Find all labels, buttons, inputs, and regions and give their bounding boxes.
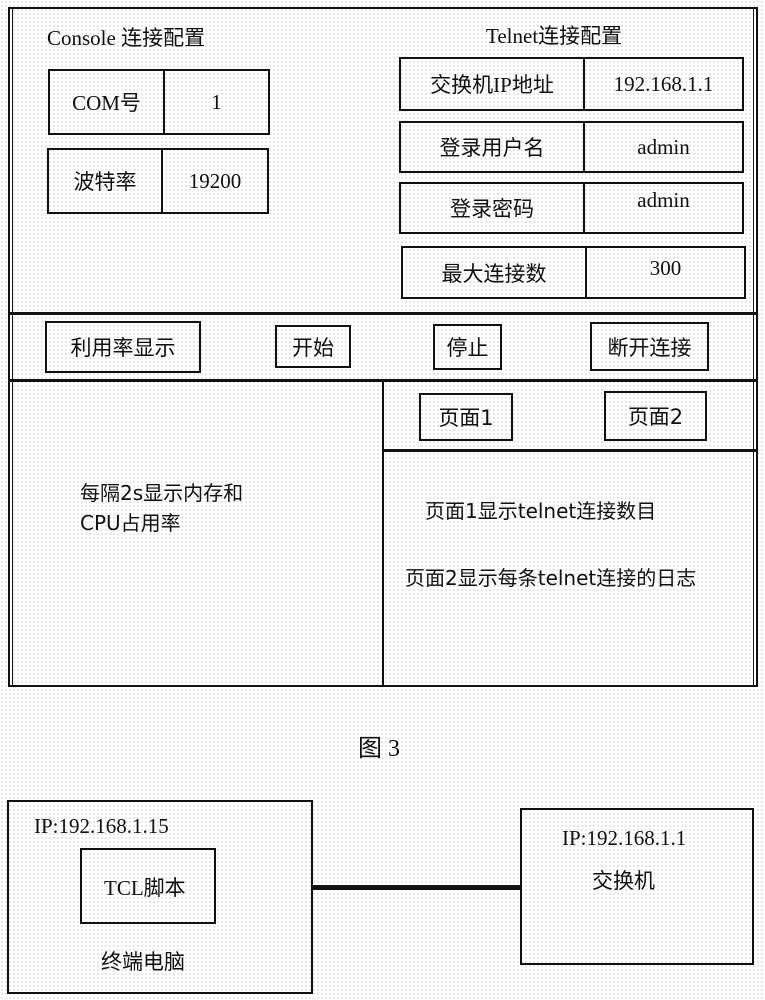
disconnect-button[interactable]: 断开连接	[590, 322, 709, 371]
com-port-label: COM号	[50, 71, 165, 133]
utilization-display-button[interactable]: 利用率显示	[45, 321, 201, 373]
max-connections-value[interactable]: 300	[587, 248, 744, 297]
login-username-value[interactable]: admin	[585, 123, 742, 171]
switch-ip-field: 交换机IP地址 192.168.1.1	[399, 57, 744, 111]
utilization-desc-line2: CPU占用率	[80, 511, 181, 535]
network-connection-line	[313, 885, 521, 890]
max-connections-field: 最大连接数 300	[401, 246, 746, 299]
terminal-ip-label: IP:192.168.1.15	[34, 814, 169, 838]
page2-description: 页面2显示每条telnet连接的日志	[405, 566, 697, 590]
login-username-label: 登录用户名	[401, 123, 585, 171]
terminal-computer-label: 终端电脑	[101, 950, 185, 974]
switch-ip-label: IP:192.168.1.1	[562, 826, 687, 850]
switch-name-label: 交换机	[592, 869, 655, 893]
stop-button[interactable]: 停止	[433, 324, 502, 370]
login-password-value[interactable]: admin	[585, 184, 742, 232]
section-divider-top	[10, 312, 756, 315]
com-port-field: COM号 1	[48, 69, 270, 135]
page1-description: 页面1显示telnet连接数目	[425, 499, 657, 523]
baud-rate-field: 波特率 19200	[47, 148, 269, 214]
utilization-panel: 每隔2s显示内存和 CPU占用率	[80, 478, 243, 538]
panel-vertical-divider	[382, 380, 384, 686]
switch-ip-value[interactable]: 192.168.1.1	[585, 59, 742, 109]
tabs-divider	[384, 449, 756, 452]
baud-rate-label: 波特率	[49, 150, 163, 212]
tab-page-2[interactable]: 页面2	[604, 391, 707, 441]
telnet-config-title: Telnet连接配置	[486, 24, 623, 48]
login-password-field: 登录密码 admin	[399, 182, 744, 234]
max-connections-label: 最大连接数	[403, 248, 587, 297]
console-config-title: Console 连接配置	[47, 26, 206, 50]
switch-ip-label: 交换机IP地址	[401, 59, 585, 109]
baud-rate-value[interactable]: 19200	[163, 150, 267, 212]
utilization-desc-line1: 每隔2s显示内存和	[80, 481, 244, 505]
com-port-value[interactable]: 1	[165, 71, 268, 133]
figure-caption: 图 3	[358, 736, 400, 762]
tcl-script-label: TCL脚本	[104, 876, 186, 900]
login-password-label: 登录密码	[401, 184, 585, 232]
tab-page-1[interactable]: 页面1	[419, 393, 513, 441]
login-username-field: 登录用户名 admin	[399, 121, 744, 173]
start-button[interactable]: 开始	[275, 325, 351, 368]
